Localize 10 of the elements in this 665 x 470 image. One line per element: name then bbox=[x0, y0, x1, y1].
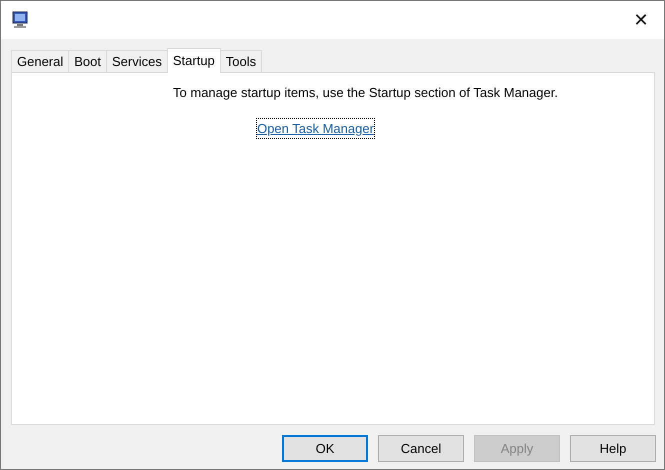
dialog-button[interactable]: Cancel bbox=[378, 435, 464, 462]
info-text: To manage startup items, use the Startup section of Task Manager. bbox=[173, 84, 558, 102]
app-icon bbox=[11, 11, 29, 29]
tab[interactable]: General bbox=[11, 50, 70, 72]
task-manager-link[interactable]: Open Task Manager bbox=[257, 118, 374, 138]
tab[interactable]: Tools bbox=[220, 50, 262, 72]
dialog-button[interactable]: OK bbox=[282, 435, 368, 462]
dialog-button[interactable]: Help bbox=[570, 435, 656, 462]
close-button[interactable]: ✕ bbox=[618, 1, 664, 39]
tab[interactable]: Startup bbox=[166, 48, 221, 73]
